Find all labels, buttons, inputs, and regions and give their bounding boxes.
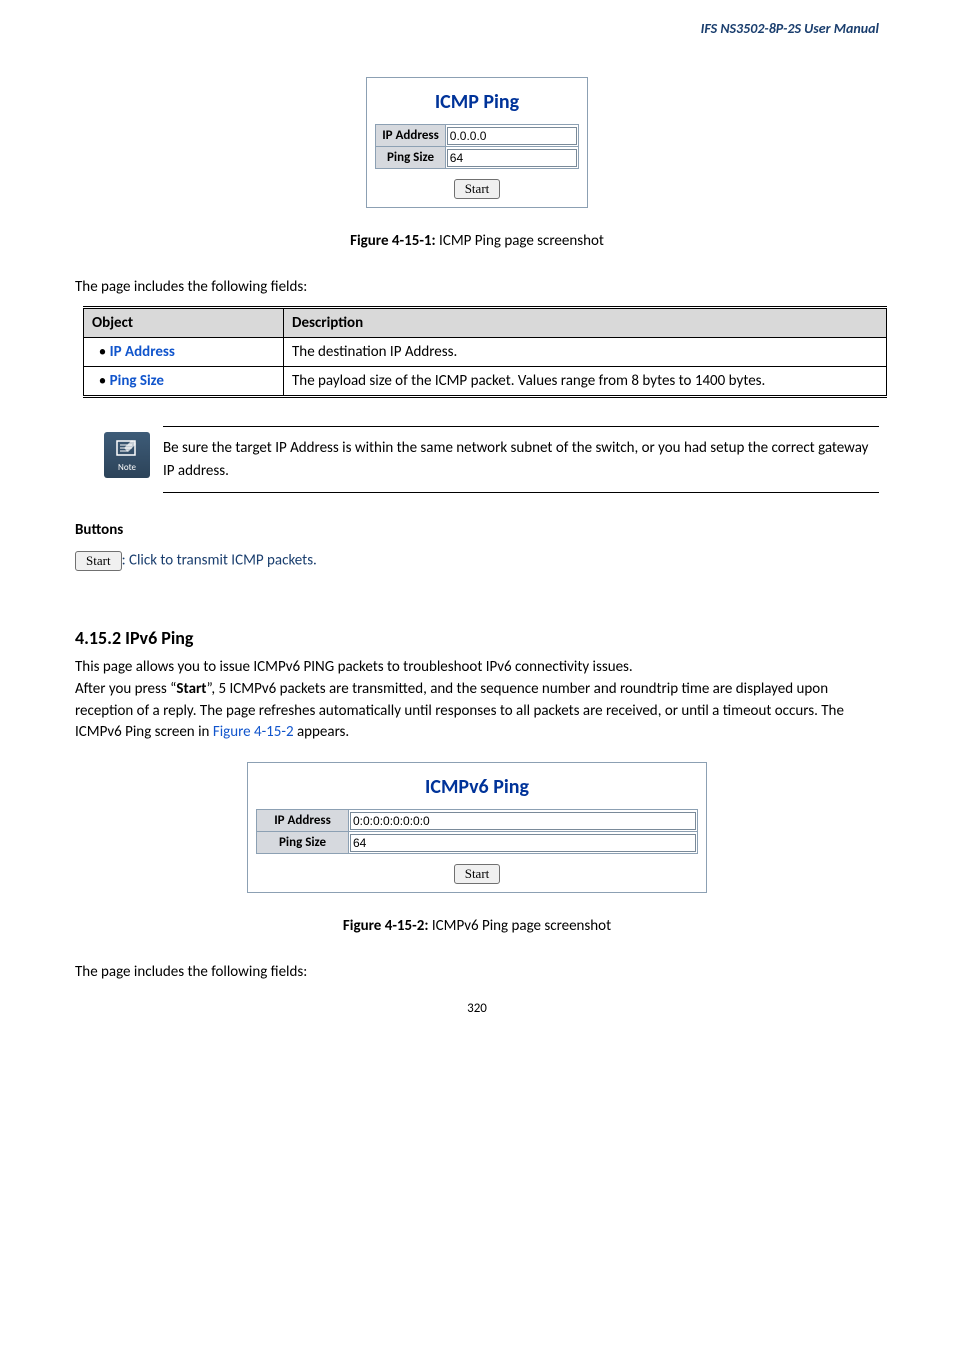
ping-size-label: Ping Size bbox=[376, 147, 446, 169]
row1-desc: The destination IP Address. bbox=[284, 338, 887, 367]
fields-table-1: Object Description • IP Address The dest… bbox=[83, 306, 887, 398]
section-heading: 4.15.2 IPv6 Ping bbox=[75, 627, 879, 649]
note-icon: Note bbox=[104, 432, 150, 478]
ipv6-ping-size-input[interactable] bbox=[350, 834, 696, 852]
figure-link[interactable]: Figure 4-15-2 bbox=[213, 723, 294, 741]
section-line2a: After you press “ bbox=[75, 680, 176, 698]
figure-caption-2-rest: ICMPv6 Ping page screenshot bbox=[428, 917, 611, 935]
buttons-heading: Buttons bbox=[75, 521, 879, 539]
figure-caption-1: Figure 4-15-1: ICMP Ping page screenshot bbox=[75, 232, 879, 250]
table-row: • IP Address The destination IP Address. bbox=[84, 338, 887, 367]
table-row: • Ping Size The payload size of the ICMP… bbox=[84, 367, 887, 397]
start-button[interactable]: Start bbox=[454, 179, 501, 199]
ipv6-ping-size-label: Ping Size bbox=[257, 832, 349, 854]
section-line2b: Start bbox=[176, 680, 206, 698]
icmpv6-ping-panel: ICMPv6 Ping IP Address Ping Size Start bbox=[247, 762, 707, 893]
table1-header-object: Object bbox=[84, 308, 284, 338]
ip-address-input[interactable] bbox=[447, 127, 577, 145]
table1-header-description: Description bbox=[284, 308, 887, 338]
ipv6-start-button[interactable]: Start bbox=[454, 864, 501, 884]
figure-caption-2: Figure 4-15-2: ICMPv6 Ping page screensh… bbox=[75, 917, 879, 935]
figure-caption-1-rest: ICMP Ping page screenshot bbox=[436, 232, 604, 250]
ipv6-address-label: IP Address bbox=[257, 810, 349, 832]
icmpv6-ping-title: ICMPv6 Ping bbox=[264, 775, 690, 799]
start-button-inline[interactable]: Start bbox=[75, 551, 122, 571]
section-line1: This page allows you to issue ICMPv6 PIN… bbox=[75, 658, 633, 676]
ipv6-address-input[interactable] bbox=[350, 812, 696, 830]
note-icon-label: Note bbox=[118, 462, 136, 473]
note-block: Note Be sure the target IP Address is wi… bbox=[103, 426, 879, 493]
document-header: IFS NS3502-8P-2S User Manual bbox=[75, 20, 879, 37]
figure-caption-1-bold: Figure 4-15-1: bbox=[350, 232, 436, 250]
ping-size-input[interactable] bbox=[447, 149, 577, 167]
figure-caption-2-bold: Figure 4-15-2: bbox=[343, 917, 429, 935]
row1-object: IP Address bbox=[110, 343, 175, 361]
icmp-ping-panel: ICMP Ping IP Address Ping Size Start bbox=[366, 77, 588, 208]
ip-address-label: IP Address bbox=[376, 125, 446, 147]
intro-text-1: The page includes the following fields: bbox=[75, 278, 879, 296]
icmp-ping-title: ICMP Ping bbox=[383, 90, 571, 114]
page-number: 320 bbox=[75, 1001, 879, 1016]
section-line2e: appears. bbox=[294, 723, 350, 741]
start-button-desc: : Click to transmit ICMP packets. bbox=[122, 552, 317, 570]
intro-text-2: The page includes the following fields: bbox=[75, 963, 879, 981]
row2-desc: The payload size of the ICMP packet. Val… bbox=[284, 367, 887, 397]
note-text: Be sure the target IP Address is within … bbox=[163, 426, 879, 493]
section-body: This page allows you to issue ICMPv6 PIN… bbox=[75, 657, 879, 744]
row2-object: Ping Size bbox=[110, 372, 164, 390]
